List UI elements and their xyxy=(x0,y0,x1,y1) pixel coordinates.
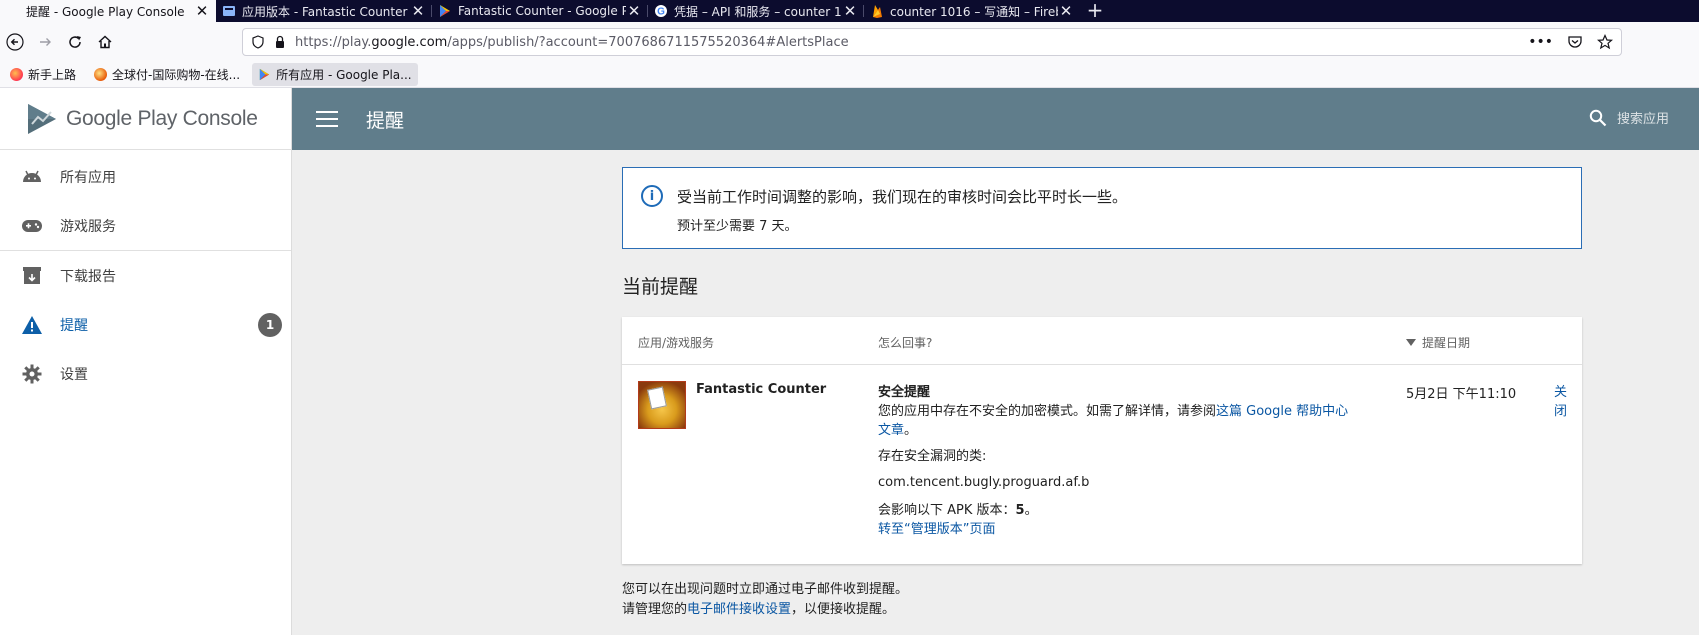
tab-title: counter 1016 – 写通知 – Fireba xyxy=(890,4,1058,19)
close-icon[interactable]: ✕ xyxy=(194,3,210,19)
table-row: Fantastic Counter 安全提醒 您的应用中存在不安全的加密模式。如… xyxy=(622,365,1582,563)
gear-icon xyxy=(20,362,44,386)
firefox-icon xyxy=(10,68,23,81)
play-console-logo[interactable]: Google Play Console xyxy=(0,88,291,150)
browser-toolbar: https://play.google.com/apps/publish/?ac… xyxy=(0,22,1699,62)
alerts-table: 应用/游戏服务 怎么回事? 提醒日期 Fantastic Counter 安全提… xyxy=(622,317,1582,564)
sidebar-item-download-reports[interactable]: 下载报告 xyxy=(0,251,291,300)
reload-button[interactable] xyxy=(60,27,90,57)
sidebar-item-label: 提醒 xyxy=(60,317,88,334)
affected-apk-versions: 会影响以下 APK 版本：5。 xyxy=(878,503,1038,518)
sidebar-item-label: 游戏服务 xyxy=(60,218,116,235)
alert-details: 安全提醒 您的应用中存在不安全的加密模式。如需了解详情，请参阅这篇 Google… xyxy=(878,383,1358,539)
search-input[interactable]: 搜索应用 xyxy=(1617,108,1669,127)
google-play-icon xyxy=(258,68,271,81)
bookmark-item[interactable]: 新手上路 xyxy=(4,63,82,86)
android-icon xyxy=(20,165,44,189)
alert-title: 安全提醒 xyxy=(878,385,931,400)
shield-icon[interactable] xyxy=(251,35,265,49)
close-icon[interactable]: ✕ xyxy=(842,3,858,19)
tab-title: 提醒 - Google Play Console xyxy=(26,4,185,19)
page-header: 提醒 搜索应用 xyxy=(292,88,1699,150)
warning-icon xyxy=(20,313,44,337)
gamepad-icon xyxy=(20,214,44,238)
forward-arrow-icon xyxy=(40,38,51,46)
page-title: 提醒 xyxy=(366,109,405,132)
google-icon: G xyxy=(654,4,668,18)
tab-alerts[interactable]: 提醒 - Google Play Console ✕ xyxy=(0,0,216,22)
url-text[interactable]: https://play.google.com/apps/publish/?ac… xyxy=(295,35,1528,50)
notice-line-1: 受当前工作时间调整的影响，我们现在的审核时间会比平时长一些。 xyxy=(677,188,1128,206)
more-actions-icon[interactable]: ••• xyxy=(1528,34,1553,50)
column-header-app: 应用/游戏服务 xyxy=(638,336,715,350)
svg-text:G: G xyxy=(657,7,665,18)
browser-tab-strip: 提醒 - Google Play Console ✕ 应用版本 - Fantas… xyxy=(0,0,1699,22)
back-button[interactable] xyxy=(0,27,30,57)
tab-title: Fantastic Counter - Google Pla xyxy=(458,4,626,18)
app-icon xyxy=(638,381,686,429)
alert-description: 您的应用中存在不安全的加密模式。如需了解详情，请参阅这篇 Google 帮助中心… xyxy=(878,404,1349,438)
sidebar-item-settings[interactable]: 设置 xyxy=(0,349,291,398)
search-icon[interactable] xyxy=(1589,109,1607,127)
lock-icon[interactable] xyxy=(273,35,287,49)
sidebar-item-label: 设置 xyxy=(60,366,88,383)
footer-line-1: 您可以在出现问题时立即通过电子邮件收到提醒。 xyxy=(622,582,909,597)
alert-count-badge: 1 xyxy=(258,312,282,337)
section-title: 当前提醒 xyxy=(622,276,699,298)
tab-firebase[interactable]: counter 1016 – 写通知 – Fireba ✕ xyxy=(864,0,1080,22)
table-header: 应用/游戏服务 怎么回事? 提醒日期 xyxy=(622,317,1582,365)
home-button[interactable] xyxy=(90,27,120,57)
close-icon[interactable]: ✕ xyxy=(410,3,426,19)
footer-line-2: 请管理您的电子邮件接收设置，以便接收提醒。 xyxy=(622,602,896,617)
tab-google-play[interactable]: Fantastic Counter - Google Pla ✕ xyxy=(432,0,648,22)
notice-line-2: 预计至少需要 7 天。 xyxy=(677,219,798,234)
tab-credentials[interactable]: G 凭据 – API 和服务 – counter 10 ✕ xyxy=(648,0,864,22)
close-alert-link[interactable]: 关闭 xyxy=(1554,383,1570,421)
app-name[interactable]: Fantastic Counter xyxy=(696,382,826,397)
new-tab-button[interactable]: + xyxy=(1080,0,1110,22)
download-report-icon xyxy=(20,264,44,288)
vulnerable-class-name: com.tencent.bugly.proguard.af.b xyxy=(878,475,1090,490)
star-icon[interactable] xyxy=(1597,34,1613,50)
hamburger-menu-icon[interactable] xyxy=(316,111,338,127)
play-console-icon xyxy=(6,4,20,18)
sidebar-item-all-apps[interactable]: 所有应用 xyxy=(0,152,291,201)
home-icon xyxy=(98,35,112,49)
email-settings-link[interactable]: 电子邮件接收设置 xyxy=(687,602,791,617)
address-bar[interactable]: https://play.google.com/apps/publish/?ac… xyxy=(242,28,1622,56)
tab-title: 应用版本 - Fantastic Counter - xyxy=(242,4,410,19)
back-arrow-icon xyxy=(6,33,24,51)
sort-descending-icon xyxy=(1406,339,1416,346)
review-time-notice: i 受当前工作时间调整的影响，我们现在的审核时间会比平时长一些。 预计至少需要 … xyxy=(622,167,1582,249)
info-icon: i xyxy=(641,185,663,207)
bookmarks-bar: 新手上路 全球付-国际购物-在线... 所有应用 - Google Pla... xyxy=(0,62,1699,88)
column-header-what: 怎么回事? xyxy=(878,336,933,350)
sidebar-item-game-services[interactable]: 游戏服务 xyxy=(0,201,291,250)
close-icon[interactable]: ✕ xyxy=(1058,3,1074,19)
bookmark-item[interactable]: 全球付-国际购物-在线... xyxy=(88,63,246,86)
page-icon xyxy=(222,4,236,18)
google-play-icon xyxy=(438,4,452,18)
sidebar: Google Play Console 所有应用 游戏服务 下载报告 提醒 1 … xyxy=(0,88,292,635)
forward-button[interactable] xyxy=(30,27,60,57)
vulnerable-class-label: 存在安全漏洞的类: xyxy=(878,449,987,464)
sidebar-item-alerts[interactable]: 提醒 1 xyxy=(0,300,291,349)
sidebar-item-label: 所有应用 xyxy=(60,169,116,186)
column-header-date[interactable]: 提醒日期 xyxy=(1406,334,1470,351)
play-console-logo-icon xyxy=(28,103,56,134)
manage-releases-link[interactable]: 转至“管理版本”页面 xyxy=(878,520,1358,539)
pocket-icon[interactable] xyxy=(1567,34,1583,50)
tab-app-versions[interactable]: 应用版本 - Fantastic Counter - ✕ xyxy=(216,0,432,22)
logo-text: Google Play Console xyxy=(66,106,258,130)
close-icon[interactable]: ✕ xyxy=(626,3,642,19)
reload-icon xyxy=(69,36,81,48)
tab-title: 凭据 – API 和服务 – counter 10 xyxy=(674,4,842,19)
firebase-icon xyxy=(870,4,884,18)
alert-date: 5月2日 下午11:10 xyxy=(1406,387,1517,402)
globe-icon xyxy=(94,68,108,81)
bookmark-item[interactable]: 所有应用 - Google Pla... xyxy=(252,63,418,86)
app-search[interactable]: 搜索应用 xyxy=(1589,108,1669,127)
sidebar-item-label: 下载报告 xyxy=(60,268,116,285)
email-alert-note: 您可以在出现问题时立即通过电子邮件收到提醒。 请管理您的电子邮件接收设置，以便接… xyxy=(622,580,908,620)
